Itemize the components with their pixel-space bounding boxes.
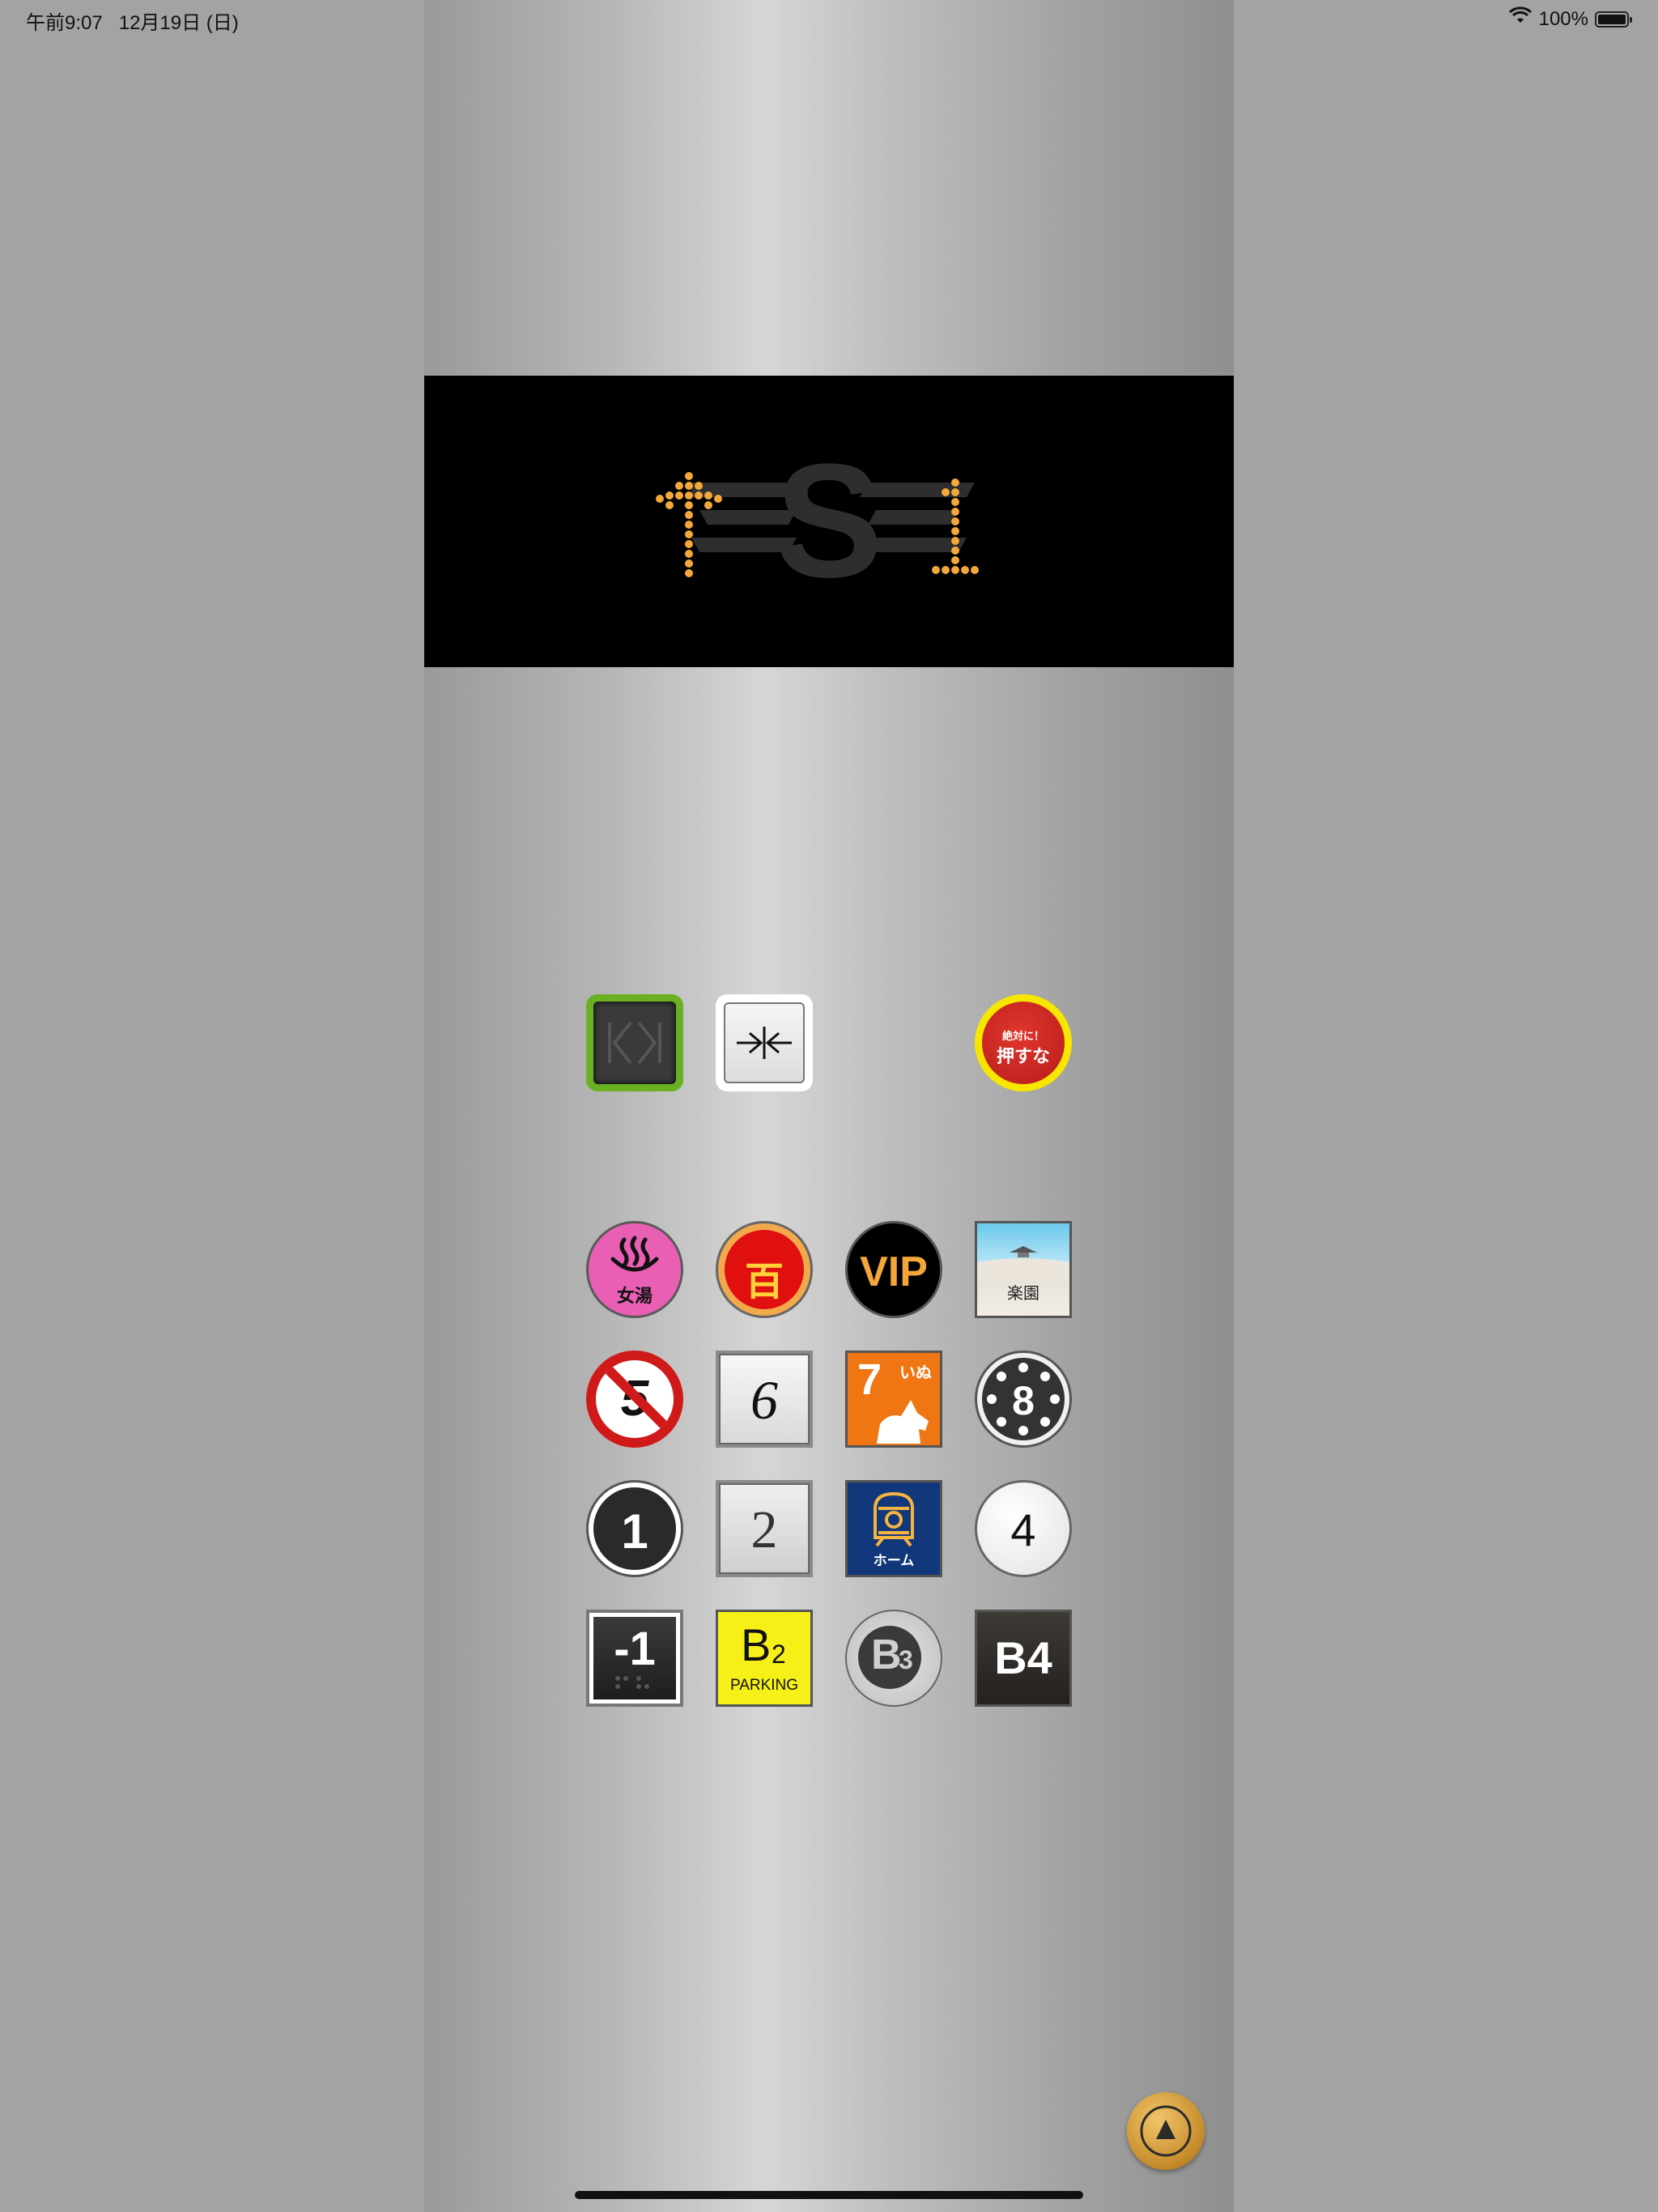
hot-spring-icon bbox=[610, 1236, 659, 1272]
wifi-icon bbox=[1508, 6, 1533, 32]
floor-button-b2[interactable]: B 2 PARKING bbox=[716, 1610, 813, 1707]
status-date: 12月19日 (日) bbox=[118, 12, 239, 34]
floor-6-label: 6 bbox=[750, 1369, 778, 1431]
floor-button-2[interactable]: 2 bbox=[716, 1480, 813, 1577]
floor-1-label: 1 bbox=[621, 1504, 648, 1559]
floor-8-label: 8 bbox=[1012, 1378, 1035, 1423]
floor-button-b4[interactable]: B4 bbox=[975, 1610, 1072, 1707]
women-bath-label: 女湯 bbox=[616, 1286, 653, 1306]
floor-button-4[interactable]: 4 bbox=[975, 1480, 1072, 1577]
dog-icon bbox=[877, 1400, 929, 1444]
status-time-date: 午前9:07 12月19日 (日) bbox=[26, 6, 239, 35]
hyaku-label: 百 bbox=[744, 1261, 784, 1304]
up-arrow-icon bbox=[1140, 2105, 1192, 2157]
braille-icon bbox=[615, 1676, 649, 1689]
floor-button-b3[interactable]: B 3 bbox=[845, 1610, 942, 1707]
battery-percent: 100% bbox=[1538, 7, 1588, 30]
beach-icon bbox=[977, 1246, 1069, 1280]
close-door-icon bbox=[737, 1027, 792, 1059]
floor-b2-n: 2 bbox=[772, 1640, 786, 1669]
floor-b3-n: 3 bbox=[899, 1645, 913, 1674]
floor-minus-1-label: -1 bbox=[614, 1623, 656, 1675]
floor-3-label: ホーム bbox=[873, 1553, 915, 1568]
do-not-push-button[interactable]: 絶対に！ 押すな bbox=[975, 994, 1072, 1091]
floor-button-hyaku[interactable]: 百 bbox=[716, 1221, 813, 1318]
open-door-icon bbox=[608, 1021, 661, 1065]
battery-icon bbox=[1595, 11, 1632, 28]
logo-icon: S bbox=[691, 431, 975, 611]
floor-4-label: 4 bbox=[1010, 1504, 1036, 1555]
do-not-push-top: 絶対に！ bbox=[1001, 1030, 1044, 1042]
close-door-button[interactable] bbox=[716, 994, 813, 1091]
floor-display: S bbox=[424, 376, 1234, 667]
floor-button-7[interactable]: 7 いぬ bbox=[845, 1351, 942, 1448]
train-icon bbox=[874, 1491, 914, 1547]
do-not-push-main: 押すな bbox=[996, 1046, 1050, 1066]
status-bar: 午前9:07 12月19日 (日) 100% bbox=[0, 0, 1658, 40]
floor-button-5[interactable]: 5 bbox=[586, 1351, 683, 1448]
elevator-panel bbox=[424, 0, 1234, 2212]
floor-button-6[interactable]: 6 bbox=[716, 1351, 813, 1448]
paradise-label: 楽園 bbox=[1007, 1285, 1039, 1303]
home-indicator[interactable] bbox=[575, 2191, 1083, 2199]
assistive-touch-button[interactable] bbox=[1127, 2092, 1205, 2170]
floor-button-vip[interactable]: VIP bbox=[845, 1221, 942, 1318]
floor-b3-b: B bbox=[871, 1631, 902, 1678]
floor-button-minus-1[interactable]: -1 bbox=[586, 1610, 683, 1707]
svg-text:S: S bbox=[775, 431, 882, 611]
floor-7-tag: いぬ bbox=[899, 1364, 932, 1382]
floor-button-1[interactable]: 1 bbox=[586, 1480, 683, 1577]
floor-button-paradise[interactable]: 楽園 bbox=[975, 1221, 1072, 1318]
floor-button-3[interactable]: ホーム bbox=[845, 1480, 942, 1577]
floor-b2-b: B bbox=[741, 1619, 772, 1670]
floor-b2-sub: PARKING bbox=[729, 1677, 799, 1694]
floor-button-8[interactable]: 8 bbox=[975, 1351, 1072, 1448]
vip-label: VIP bbox=[860, 1249, 928, 1295]
floor-2-label: 2 bbox=[750, 1500, 778, 1559]
floor-button-women-bath[interactable]: 女湯 bbox=[586, 1221, 683, 1318]
status-right: 100% bbox=[1508, 6, 1632, 32]
status-time: 午前9:07 bbox=[26, 12, 103, 34]
floor-b4-label: B4 bbox=[994, 1632, 1052, 1683]
open-door-button[interactable] bbox=[586, 994, 683, 1091]
